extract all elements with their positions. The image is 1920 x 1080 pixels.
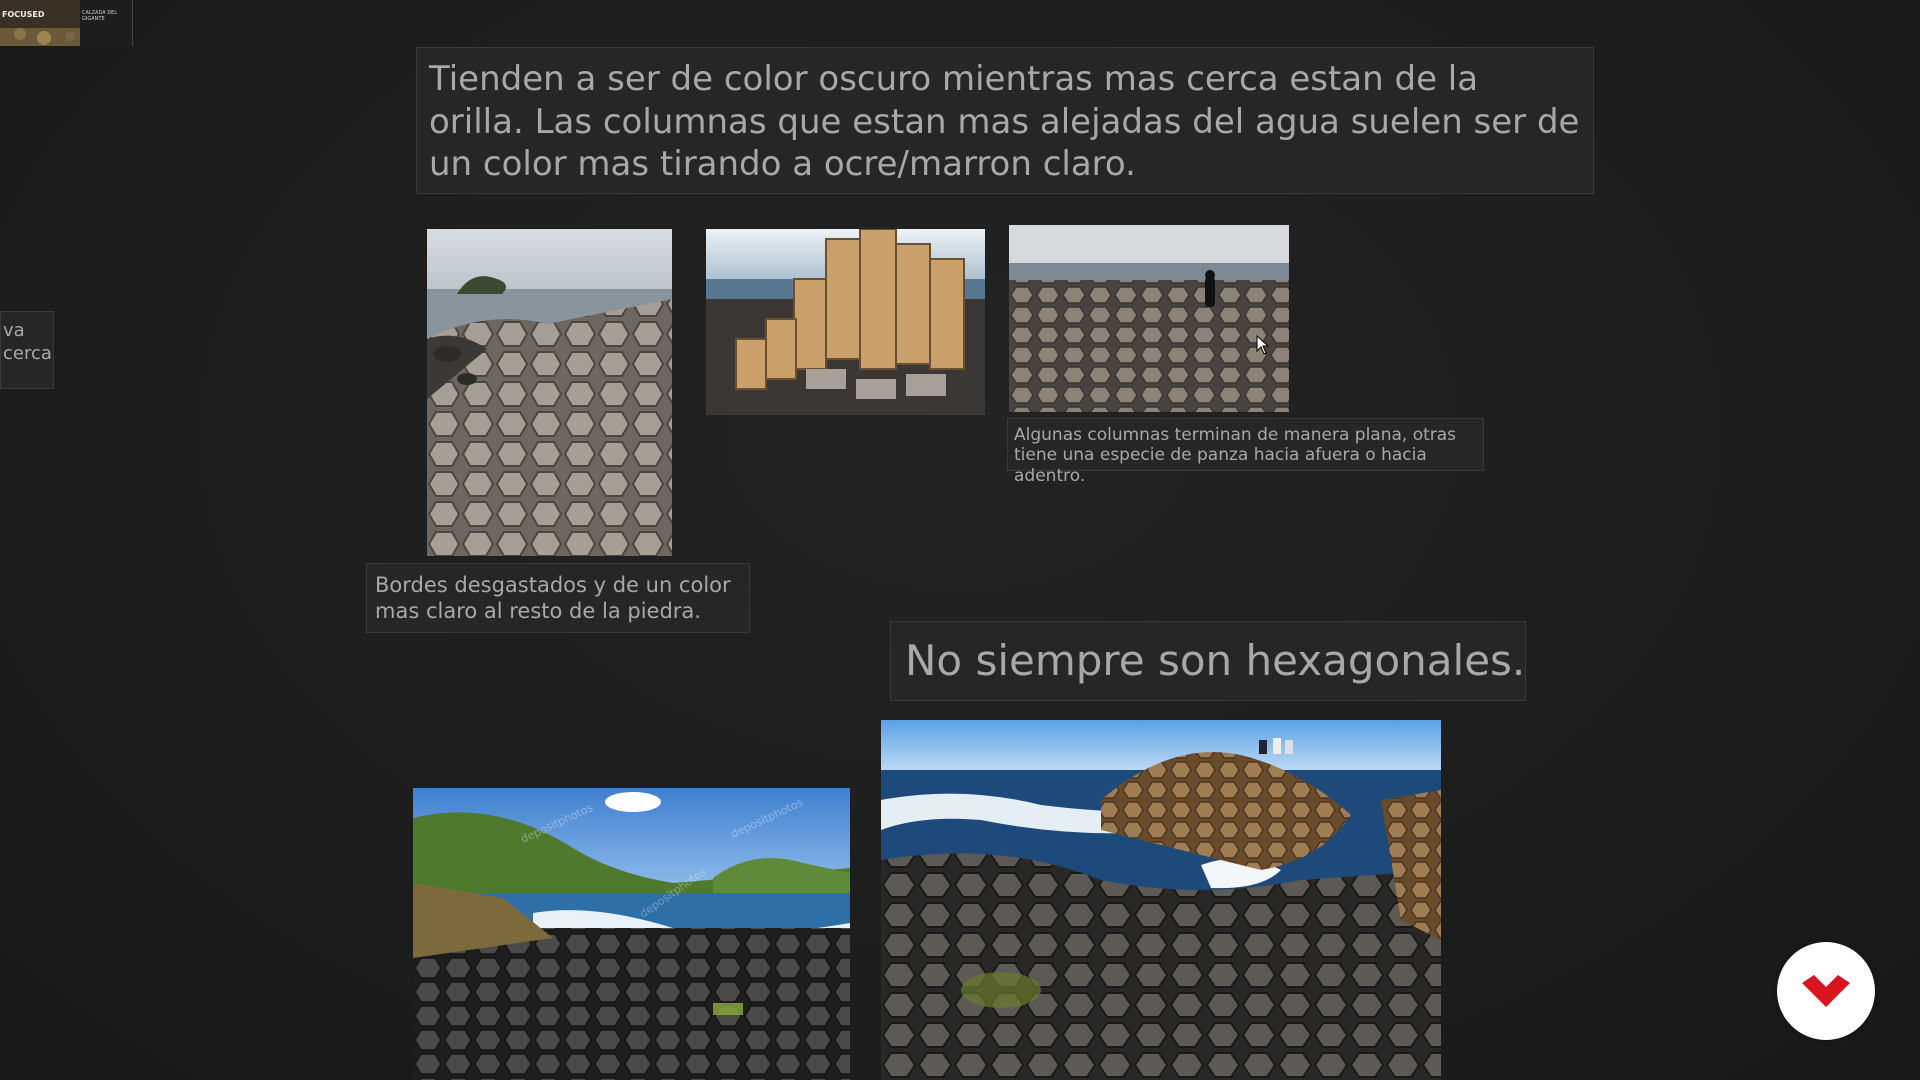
photo-person-on-columns-image (1009, 225, 1289, 412)
not-always-hexagonal-text: No siempre son hexagonales. (905, 636, 1526, 685)
photo-coast-landscape-image: depositphotos depositphotos depositphoto… (413, 788, 850, 1080)
thumbnail-subtitle: CALZADA DEL GIGANTE (82, 10, 118, 22)
photo-columns-by-sea-image (881, 720, 1441, 1080)
photo-basalt-coast-tall-image (427, 229, 672, 556)
board-canvas[interactable]: FOCUSED CALZADA DEL GIGANTE Tienden a se… (0, 0, 1920, 1080)
offscreen-note-line1: va (3, 320, 25, 341)
photo-coast-landscape[interactable]: depositphotos depositphotos depositphoto… (413, 788, 850, 1080)
color-description-text: Tienden a ser de color oscuro mientras m… (429, 59, 1580, 184)
offscreen-note-line2: cerca (3, 342, 52, 364)
brand-logo-button[interactable] (1777, 942, 1875, 1040)
not-always-hexagonal-heading[interactable]: No siempre son hexagonales. (890, 621, 1526, 701)
thumbnail-preview[interactable]: FOCUSED CALZADA DEL GIGANTE (0, 0, 133, 46)
red-chevron-logo-icon (1802, 975, 1850, 1007)
photo-person-on-columns[interactable] (1009, 225, 1289, 412)
thumbnail-title: FOCUSED (2, 10, 45, 19)
mouse-pointer-icon (1256, 334, 1270, 359)
flat-columns-caption-text: Algunas columnas terminan de manera plan… (1014, 425, 1457, 486)
offscreen-note[interactable]: va cerca (0, 311, 54, 389)
photo-columns-by-sea[interactable] (881, 720, 1441, 1080)
photo-basalt-stacked-columns[interactable] (706, 229, 985, 415)
flat-columns-caption[interactable]: Algunas columnas terminan de manera plan… (1007, 418, 1484, 486)
color-description-note[interactable]: Tienden a ser de color oscuro mientras m… (416, 47, 1594, 194)
thumbnail-image (0, 0, 132, 46)
worn-edges-caption[interactable]: Bordes desgastados y de un color mas cla… (366, 563, 750, 633)
photo-basalt-stacked-columns-image (706, 229, 985, 415)
photo-basalt-coast-tall[interactable] (427, 229, 672, 556)
worn-edges-caption-text: Bordes desgastados y de un color mas cla… (375, 573, 731, 624)
